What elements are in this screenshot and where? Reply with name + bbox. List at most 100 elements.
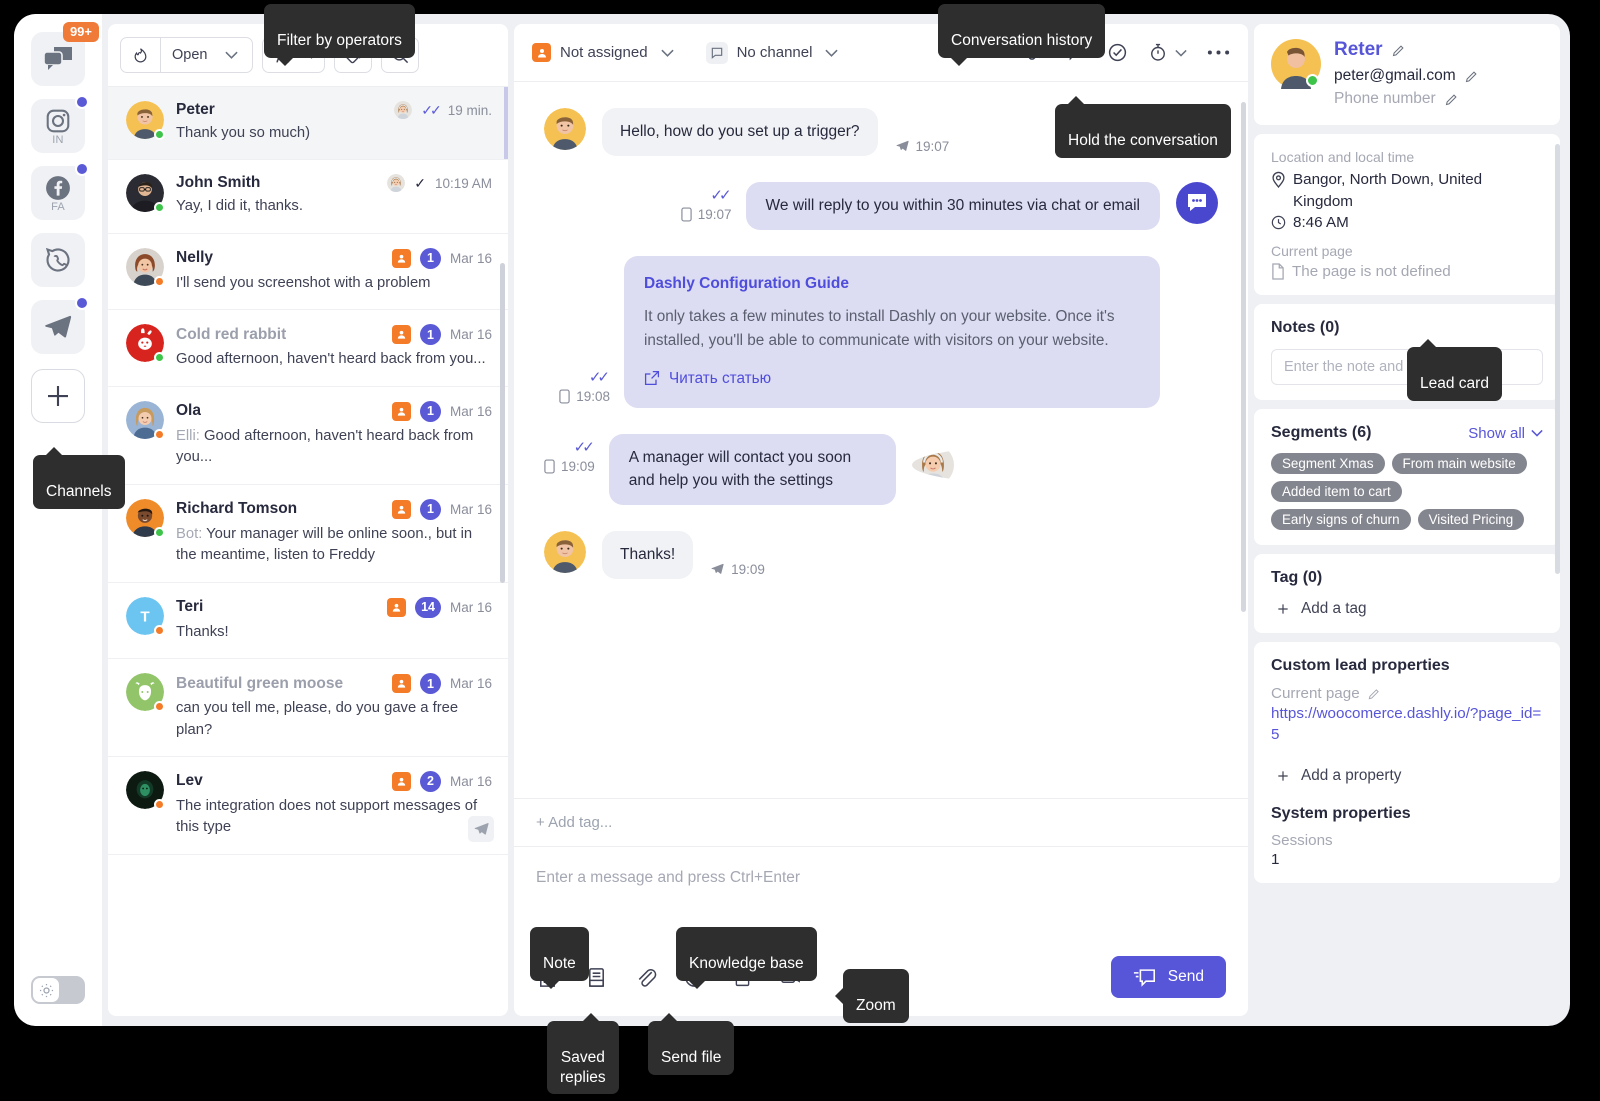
show-all-segments-button[interactable]: Show all bbox=[1468, 425, 1543, 442]
conversation-meta: 1 Mar 16 bbox=[384, 247, 492, 269]
lead-phone-row[interactable]: Phone number bbox=[1334, 90, 1543, 108]
custom-property-value[interactable]: https://woocomerce.dashly.io/?page_id=5 bbox=[1271, 704, 1543, 745]
phone-icon bbox=[681, 207, 692, 222]
conversation-name: Ola bbox=[176, 402, 201, 420]
conversation-preview: Thank you so much) bbox=[176, 125, 311, 141]
conversation-preview: The integration does not support message… bbox=[176, 797, 478, 836]
lead-email-row[interactable]: peter@gmail.com bbox=[1334, 67, 1543, 85]
conversation-list-item[interactable]: Ola 1 Mar 16 Elli: Good afternoon, haven'… bbox=[108, 387, 508, 485]
rail-item-instagram[interactable]: IN bbox=[31, 95, 89, 153]
plus-icon bbox=[1278, 604, 1288, 614]
attachment-icon[interactable] bbox=[634, 966, 657, 989]
conversation-time: Mar 16 bbox=[449, 327, 492, 343]
timestamp-text: 19:09 bbox=[561, 459, 595, 475]
conversation-name: Lev bbox=[176, 772, 203, 790]
conversation-list-scrollbar[interactable] bbox=[500, 263, 505, 583]
edit-pencil-icon[interactable] bbox=[1444, 92, 1459, 107]
more-icon[interactable] bbox=[1207, 49, 1230, 56]
segment-chip-list: Segment Xmas From main website Added item … bbox=[1271, 453, 1543, 531]
add-tag-row[interactable]: + Add tag... bbox=[514, 798, 1248, 846]
article-read-link[interactable]: Читать статью bbox=[644, 367, 1140, 391]
timestamp-text: 19:09 bbox=[731, 561, 765, 577]
conversation-list-item[interactable]: Richard Tomson 1 Mar 16 Bot: Your manager… bbox=[108, 485, 508, 583]
edit-pencil-icon[interactable] bbox=[1391, 43, 1406, 58]
conversation-list-scroll[interactable]: Peter ✓✓ 19 min. Thank you so much) John … bbox=[108, 87, 508, 1016]
conversation-list-item[interactable]: Nelly 1 Mar 16 I'll send you screenshot w… bbox=[108, 234, 508, 311]
conversation-list-item[interactable]: John Smith ✓ 10:19 AM Yay, I did it, than… bbox=[108, 160, 508, 234]
timer-icon[interactable] bbox=[1148, 42, 1187, 63]
status-filter-value[interactable]: Open bbox=[160, 38, 252, 72]
lead-location-card: Location and local time Bangor, North Do… bbox=[1254, 134, 1560, 296]
conversation-body: John Smith ✓ 10:19 AM Yay, I did it, than… bbox=[176, 174, 492, 217]
conversation-meta: 1 Mar 16 bbox=[384, 673, 492, 695]
segment-chip[interactable]: Visited Pricing bbox=[1417, 509, 1525, 531]
segment-chip[interactable]: Added item to cart bbox=[1271, 481, 1402, 503]
page-icon bbox=[1271, 263, 1285, 280]
conversation-preview: Bot: Your manager will be online soon., … bbox=[176, 525, 473, 564]
timestamp-text: 19:08 bbox=[576, 389, 610, 405]
rail-item-chats[interactable]: 99+ bbox=[31, 22, 99, 86]
theme-toggle[interactable] bbox=[31, 976, 85, 1004]
current-page-row: The page is not defined bbox=[1271, 263, 1543, 280]
message-timestamp: ✓✓ 19:07 bbox=[681, 182, 732, 222]
rail-item-facebook[interactable]: FA bbox=[31, 162, 89, 220]
chevron-down-icon bbox=[1531, 430, 1543, 437]
segment-chip[interactable]: Early signs of churn bbox=[1271, 509, 1411, 531]
unread-count-badge: 2 bbox=[419, 770, 441, 792]
lead-segments-card: Segments (6) Show all Segment Xmas From m… bbox=[1254, 409, 1560, 546]
add-channel-button[interactable] bbox=[31, 369, 85, 423]
assigned-operator-icon bbox=[391, 401, 411, 421]
add-tag-button[interactable]: Add a tag bbox=[1271, 600, 1543, 618]
status-filter[interactable]: Open bbox=[120, 37, 253, 73]
send-button[interactable]: Send bbox=[1110, 956, 1226, 998]
conversation-body: Teri 14 Mar 16 Thanks! bbox=[176, 596, 492, 643]
lead-name-row[interactable]: Reter bbox=[1334, 39, 1543, 61]
conversation-meta: 1 Mar 16 bbox=[384, 498, 492, 520]
conversation-body: Nelly 1 Mar 16 I'll send you screenshot w… bbox=[176, 247, 492, 294]
message-list-scrollbar[interactable] bbox=[1241, 102, 1246, 612]
assignee-selector[interactable]: Not assigned bbox=[532, 43, 674, 62]
conversation-list-item[interactable]: Lev 2 Mar 16 The integration does not sup… bbox=[108, 757, 508, 855]
conversation-list-item[interactable]: Beautiful green moose 1 Mar 16 can you te… bbox=[108, 659, 508, 757]
rail-item-telegram[interactable] bbox=[31, 296, 89, 354]
avatar bbox=[126, 770, 165, 810]
segment-chip[interactable]: From main website bbox=[1391, 453, 1527, 475]
app-window: 99+ IN FA Open Peter ✓✓ 19 min. Thank yo… bbox=[14, 14, 1570, 1026]
check-circle-icon[interactable] bbox=[1107, 42, 1128, 63]
conversation-name: Cold red rabbit bbox=[176, 325, 287, 343]
tooltip-note: Note bbox=[530, 927, 589, 989]
article-link-text: Читать статью bbox=[669, 369, 772, 387]
external-link-icon bbox=[644, 371, 660, 386]
message-row: Thanks! 19:09 bbox=[544, 531, 1218, 579]
delivered-icon: ✓ bbox=[414, 174, 426, 191]
message-timestamp: ✓✓ 19:09 bbox=[544, 434, 595, 474]
instagram-unread-dot bbox=[75, 95, 89, 109]
conversation-time: Mar 16 bbox=[449, 403, 492, 419]
rail-item-whatsapp[interactable] bbox=[31, 233, 85, 287]
conversation-list-item[interactable]: Peter ✓✓ 19 min. Thank you so much) bbox=[108, 87, 508, 161]
message-input[interactable]: Enter a message and press Ctrl+Enter bbox=[514, 846, 1248, 942]
telegram-unread-dot bbox=[75, 296, 89, 310]
location-value: Bangor, North Down, United Kingdom bbox=[1293, 171, 1483, 210]
bot-avatar bbox=[1176, 181, 1218, 224]
channel-selector[interactable]: No channel bbox=[705, 41, 839, 64]
add-property-button[interactable]: Add a property bbox=[1271, 767, 1543, 785]
local-time-row: 8:46 AM bbox=[1271, 214, 1543, 231]
custom-properties-title: Custom lead properties bbox=[1271, 657, 1450, 675]
conversation-panel: Not assigned No channel Hello, how do yo… bbox=[514, 24, 1248, 1016]
edit-pencil-icon[interactable] bbox=[1367, 687, 1381, 701]
message-text: We will reply to you within 30 minutes v… bbox=[765, 196, 1140, 214]
current-page-value: The page is not defined bbox=[1292, 263, 1451, 281]
edit-pencil-icon[interactable] bbox=[1464, 69, 1479, 84]
conversation-list-item[interactable]: Cold red rabbit 1 Mar 16 Good afternoon, … bbox=[108, 310, 508, 387]
fire-icon[interactable] bbox=[121, 38, 160, 72]
quick-send-icon[interactable] bbox=[468, 815, 494, 842]
svg-text:T: T bbox=[140, 608, 150, 625]
tooltip-lead-card: Lead card bbox=[1407, 339, 1502, 401]
segment-chip[interactable]: Segment Xmas bbox=[1271, 453, 1385, 475]
conversation-list-item[interactable]: T Teri 14 Mar 16 Thanks! bbox=[108, 583, 508, 660]
location-row: Bangor, North Down, United Kingdom bbox=[1271, 169, 1543, 212]
tooltip-text: Hold the conversation bbox=[1068, 131, 1218, 149]
lead-panel-scrollbar[interactable] bbox=[1555, 144, 1560, 574]
message-list[interactable]: Hello, how do you set up a trigger? 19:0… bbox=[514, 82, 1248, 798]
